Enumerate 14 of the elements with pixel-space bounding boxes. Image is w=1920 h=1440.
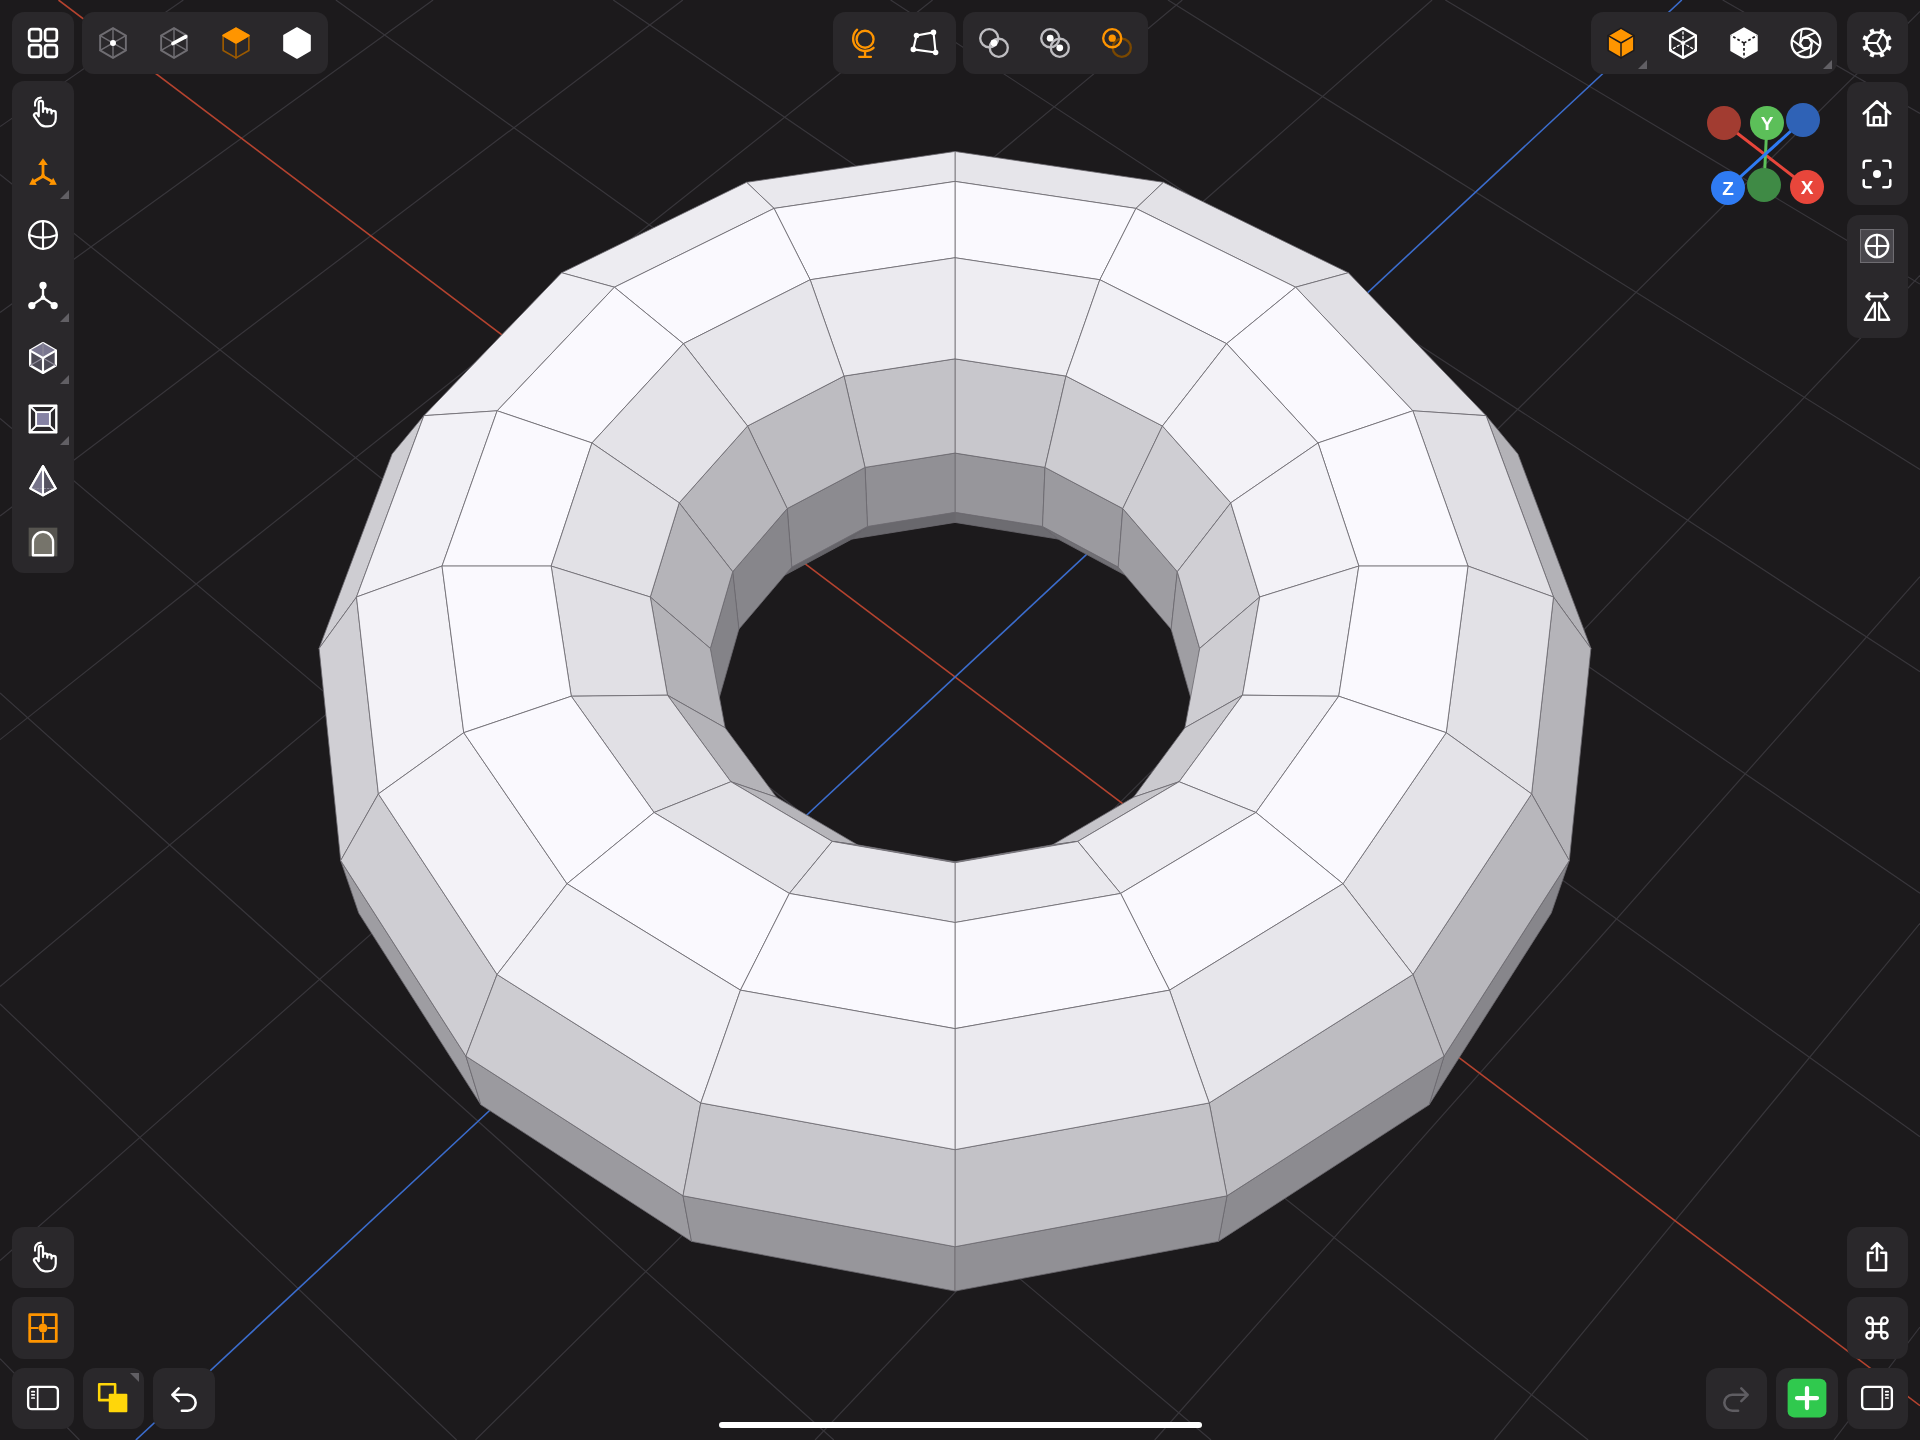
undo-button[interactable] <box>153 1367 215 1429</box>
tool-button[interactable] <box>12 1297 74 1359</box>
share-button[interactable] <box>1846 1226 1908 1288</box>
tool-button[interactable] <box>82 1367 144 1429</box>
settings-button[interactable] <box>1846 12 1908 74</box>
sidebar-button[interactable] <box>12 1367 74 1429</box>
tool-button[interactable] <box>12 1226 74 1288</box>
command-button[interactable] <box>1846 1297 1908 1359</box>
grid-menu-button[interactable] <box>12 12 74 74</box>
redo-button[interactable] <box>1705 1367 1767 1429</box>
sidebar-button[interactable] <box>1846 1367 1908 1429</box>
focus-frame-icon <box>1860 157 1895 192</box>
add-button[interactable] <box>1776 1367 1838 1429</box>
four-squares-icon <box>25 25 60 60</box>
